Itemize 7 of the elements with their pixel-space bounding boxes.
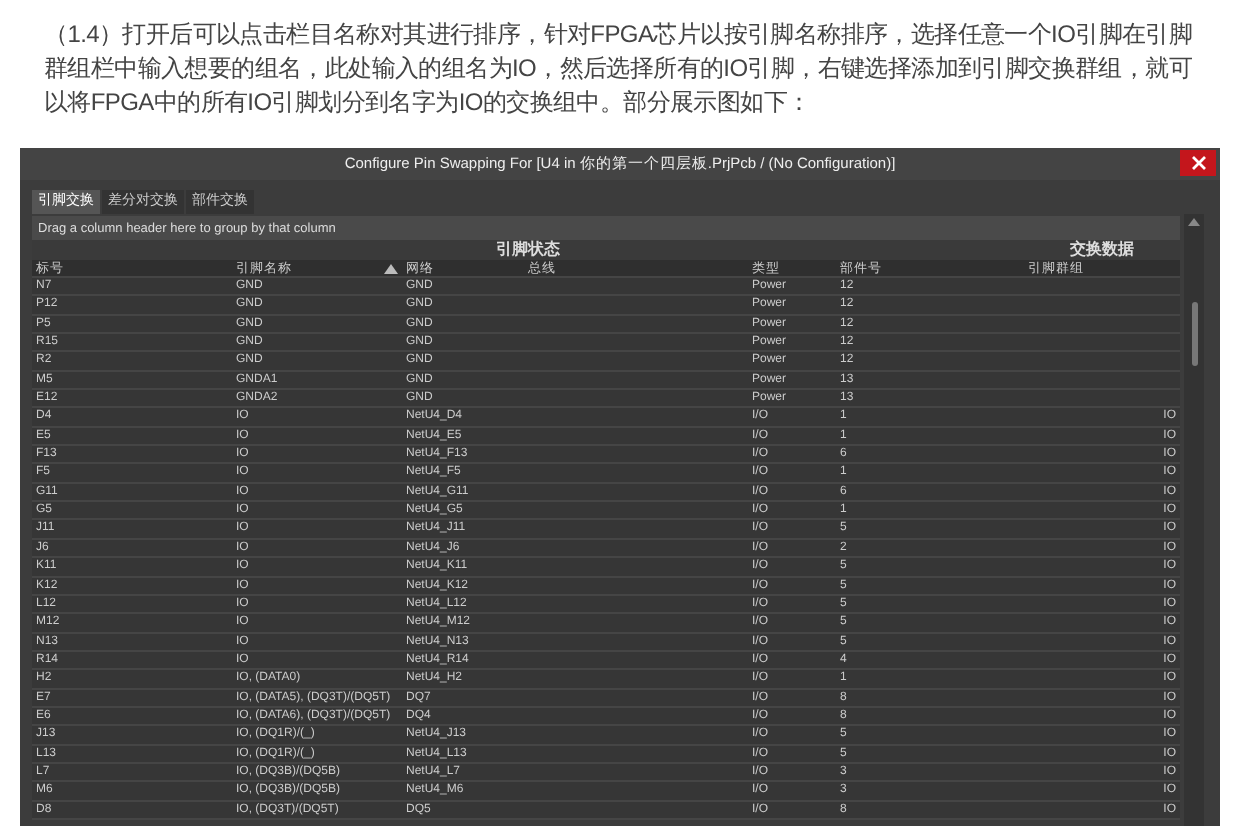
scroll-thumb[interactable] <box>1191 302 1197 366</box>
sort-ascending-icon <box>384 264 398 274</box>
scroll-up-icon[interactable] <box>1188 218 1200 226</box>
close-button[interactable] <box>1180 150 1216 176</box>
close-icon <box>1191 156 1205 170</box>
article-paragraph: （1.4）打开后可以点击栏目名称对其进行排序，针对FPGA芯片以按引脚名称排序，选择任意一个IO引脚在引脚群组栏中输入想要的组名，此处输入的组名为IO，然后选择所有的IO引脚，右键选择添加到引脚交换群组，就可以将FPGA中的所有IO引脚划分到名字为IO的交换组中。部分展示图如下： <box>42 18 1195 120</box>
vertical-scrollbar[interactable] <box>1184 214 1204 826</box>
